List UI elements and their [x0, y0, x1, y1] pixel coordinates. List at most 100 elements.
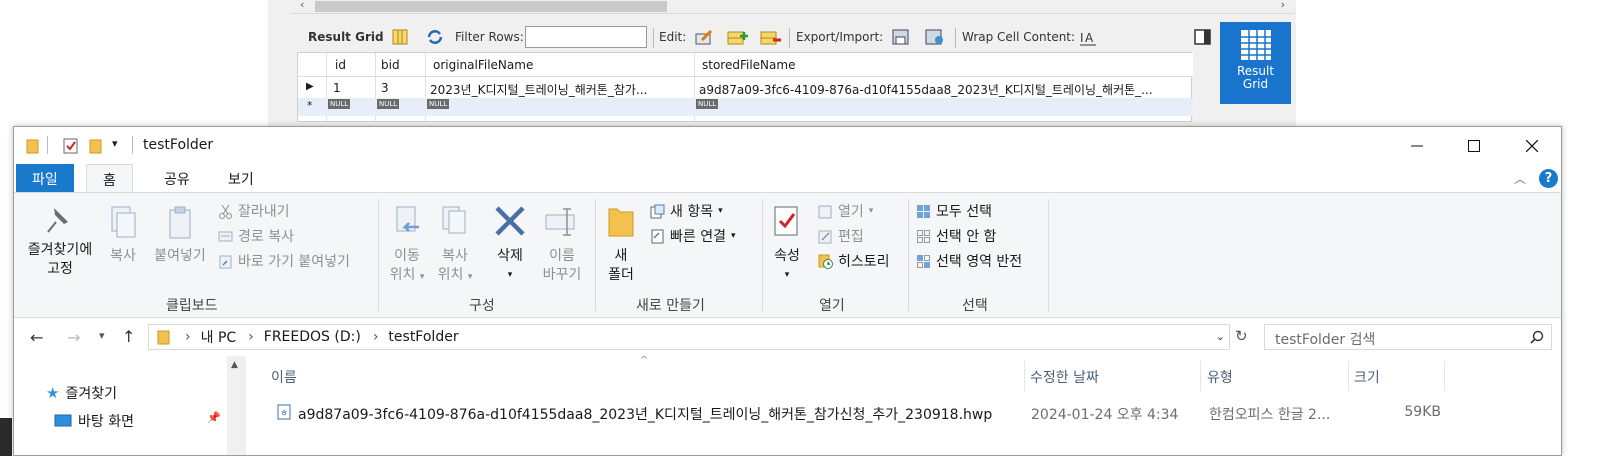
- workbench-scroll-thumb[interactable]: [315, 1, 667, 12]
- navigation-scrollbar[interactable]: ▲: [227, 356, 246, 455]
- toggle-panel-icon[interactable]: [1193, 28, 1213, 46]
- rename-label-1: 이름: [549, 248, 575, 264]
- new-folder-quick-icon[interactable]: [89, 138, 103, 158]
- open-button[interactable]: 열기 ▾: [818, 201, 873, 221]
- insert-row-icon[interactable]: [726, 28, 748, 46]
- history-button[interactable]: 히스토리: [818, 251, 890, 271]
- dropdown-arrow-icon: ▾: [784, 270, 790, 280]
- filter-rows-input[interactable]: [525, 26, 647, 48]
- easy-access-button[interactable]: 빠른 연결 ▾: [650, 226, 736, 246]
- scroll-up-icon[interactable]: ▲: [231, 360, 238, 370]
- breadcrumb-item[interactable]: testFolder: [388, 329, 458, 345]
- new-folder-label-2: 폴더: [608, 267, 634, 283]
- maximize-icon: [1468, 139, 1480, 152]
- paste-button[interactable]: 붙여넣기: [148, 205, 212, 266]
- new-folder-button[interactable]: 새 폴더: [602, 205, 640, 285]
- paste-shortcut-icon: [219, 255, 232, 268]
- breadcrumb-separator-icon[interactable]: ›: [248, 329, 254, 345]
- tab-home[interactable]: 홈: [86, 164, 133, 193]
- scroll-left-icon[interactable]: ‹: [300, 0, 304, 11]
- easy-access-icon: [651, 229, 664, 243]
- refresh-icon[interactable]: ↻: [1235, 327, 1248, 345]
- move-to-button[interactable]: 이동 위치 ▾: [386, 205, 428, 287]
- paste-shortcut-button[interactable]: 바로 가기 붙여넣기: [218, 251, 350, 271]
- file-row[interactable]: ㅎ a9d87a09-3fc6-4109-876a-d10f4155daa8_2…: [254, 396, 1494, 426]
- column-header-name[interactable]: 이름: [271, 367, 297, 387]
- search-box[interactable]: testFolder 검색: [1264, 324, 1552, 350]
- forward-icon[interactable]: →: [67, 328, 80, 347]
- new-group-label: 새로 만들기: [636, 298, 705, 314]
- select-none-button[interactable]: 선택 안 함: [916, 226, 996, 246]
- copy-path-button[interactable]: 경로 복사: [218, 226, 294, 246]
- invert-selection-button[interactable]: 선택 영역 반전: [916, 251, 1022, 271]
- minimize-button[interactable]: [1388, 127, 1446, 164]
- navigation-pane: ★ 즐겨찾기 바탕 화면 📌: [14, 356, 247, 455]
- result-grid-side-button[interactable]: Result Grid: [1220, 22, 1291, 104]
- grid-column-header[interactable]: bid: [381, 58, 400, 72]
- grid-layout-icon[interactable]: [391, 28, 411, 46]
- new-item-button[interactable]: 새 항목 ▾: [650, 201, 723, 221]
- file-name[interactable]: a9d87a09-3fc6-4109-876a-d10f4155daa8_202…: [298, 404, 1018, 424]
- pin-icon[interactable]: 📌: [207, 411, 221, 424]
- breadcrumb-item[interactable]: FREEDOS (D:): [264, 329, 361, 345]
- breadcrumb-separator-icon[interactable]: ›: [373, 329, 379, 345]
- ribbon-divider: [908, 199, 909, 311]
- grid-column-header[interactable]: originalFileName: [433, 58, 533, 72]
- import-icon[interactable]: [924, 28, 944, 46]
- taskbar-edge: [0, 418, 12, 456]
- invert-selection-icon: [917, 254, 930, 268]
- rename-button[interactable]: 이름 바꾸기: [536, 205, 588, 285]
- scroll-right-icon[interactable]: ›: [1281, 0, 1285, 11]
- copy-path-label: 경로 복사: [238, 229, 294, 245]
- address-history-dropdown-icon[interactable]: ⌄: [1216, 330, 1225, 343]
- cut-label: 잘라내기: [238, 204, 290, 220]
- column-divider: [1444, 361, 1445, 391]
- edit-button[interactable]: 편집: [818, 226, 864, 246]
- toolbar-divider: [955, 28, 956, 48]
- tab-share[interactable]: 공유: [148, 164, 206, 192]
- cut-button[interactable]: 잘라내기: [218, 201, 290, 221]
- pin-to-quick-access-button[interactable]: 즐겨찾기에 고정: [22, 205, 98, 279]
- export-icon[interactable]: [891, 28, 911, 46]
- back-icon[interactable]: ←: [30, 328, 43, 347]
- up-icon[interactable]: ↑: [122, 327, 135, 346]
- delete-button[interactable]: 삭제 ▾: [490, 205, 530, 285]
- recent-locations-icon[interactable]: ▾: [99, 329, 105, 342]
- column-header-modified[interactable]: 수정한 날짜: [1030, 367, 1099, 387]
- grid-cell[interactable]: a9d87a09-3fc6-4109-876a-d10f4155daa8_202…: [699, 81, 1189, 98]
- grid-cell[interactable]: 2023년_K디지털_트레이닝_해커톤_참가...: [430, 81, 690, 98]
- ribbon-tabs: 파일 홈 공유 보기 ︿ ?: [14, 164, 1561, 193]
- copy-to-button[interactable]: 복사 위치 ▾: [434, 205, 476, 287]
- refresh-icon[interactable]: [425, 28, 445, 46]
- nav-item-favorites[interactable]: ★ 즐겨찾기: [46, 383, 117, 403]
- tab-file[interactable]: 파일: [16, 164, 74, 192]
- properties-quick-icon[interactable]: [63, 138, 79, 158]
- breadcrumb-separator-icon[interactable]: ›: [185, 329, 191, 345]
- tab-view[interactable]: 보기: [212, 164, 270, 192]
- close-button[interactable]: [1503, 127, 1561, 164]
- select-all-button[interactable]: 모두 선택: [916, 201, 992, 221]
- properties-icon: [774, 206, 798, 236]
- copy-button[interactable]: 복사: [104, 205, 142, 266]
- nav-item-desktop[interactable]: 바탕 화면: [54, 411, 134, 431]
- column-header-type[interactable]: 유형: [1207, 367, 1233, 387]
- filter-rows-label: Filter Rows:: [455, 30, 524, 44]
- grid-column-header[interactable]: storedFileName: [702, 58, 795, 72]
- edit-row-icon[interactable]: [694, 28, 714, 46]
- dropdown-arrow-icon: ▾: [467, 272, 473, 282]
- column-header-size[interactable]: 크기: [1354, 367, 1380, 387]
- collapse-ribbon-icon[interactable]: ︿: [1514, 170, 1526, 187]
- grid-cell[interactable]: 1: [333, 81, 341, 95]
- wrap-text-icon[interactable]: IA: [1079, 29, 1099, 47]
- customize-toolbar-icon[interactable]: ▾: [112, 137, 118, 150]
- search-icon[interactable]: [1530, 330, 1544, 344]
- maximize-button[interactable]: [1445, 127, 1503, 164]
- grid-column-header[interactable]: id: [335, 58, 346, 72]
- delete-row-icon[interactable]: [759, 28, 781, 46]
- help-icon[interactable]: ?: [1539, 169, 1558, 188]
- breadcrumb-item[interactable]: 내 PC: [201, 327, 237, 347]
- properties-button[interactable]: 속성 ▾: [768, 205, 806, 285]
- current-row-arrow-icon: ▶: [306, 81, 314, 92]
- grid-cell[interactable]: 3: [381, 81, 389, 95]
- address-bar[interactable]: › 내 PC › FREEDOS (D:) › testFolder ⌄: [148, 324, 1230, 350]
